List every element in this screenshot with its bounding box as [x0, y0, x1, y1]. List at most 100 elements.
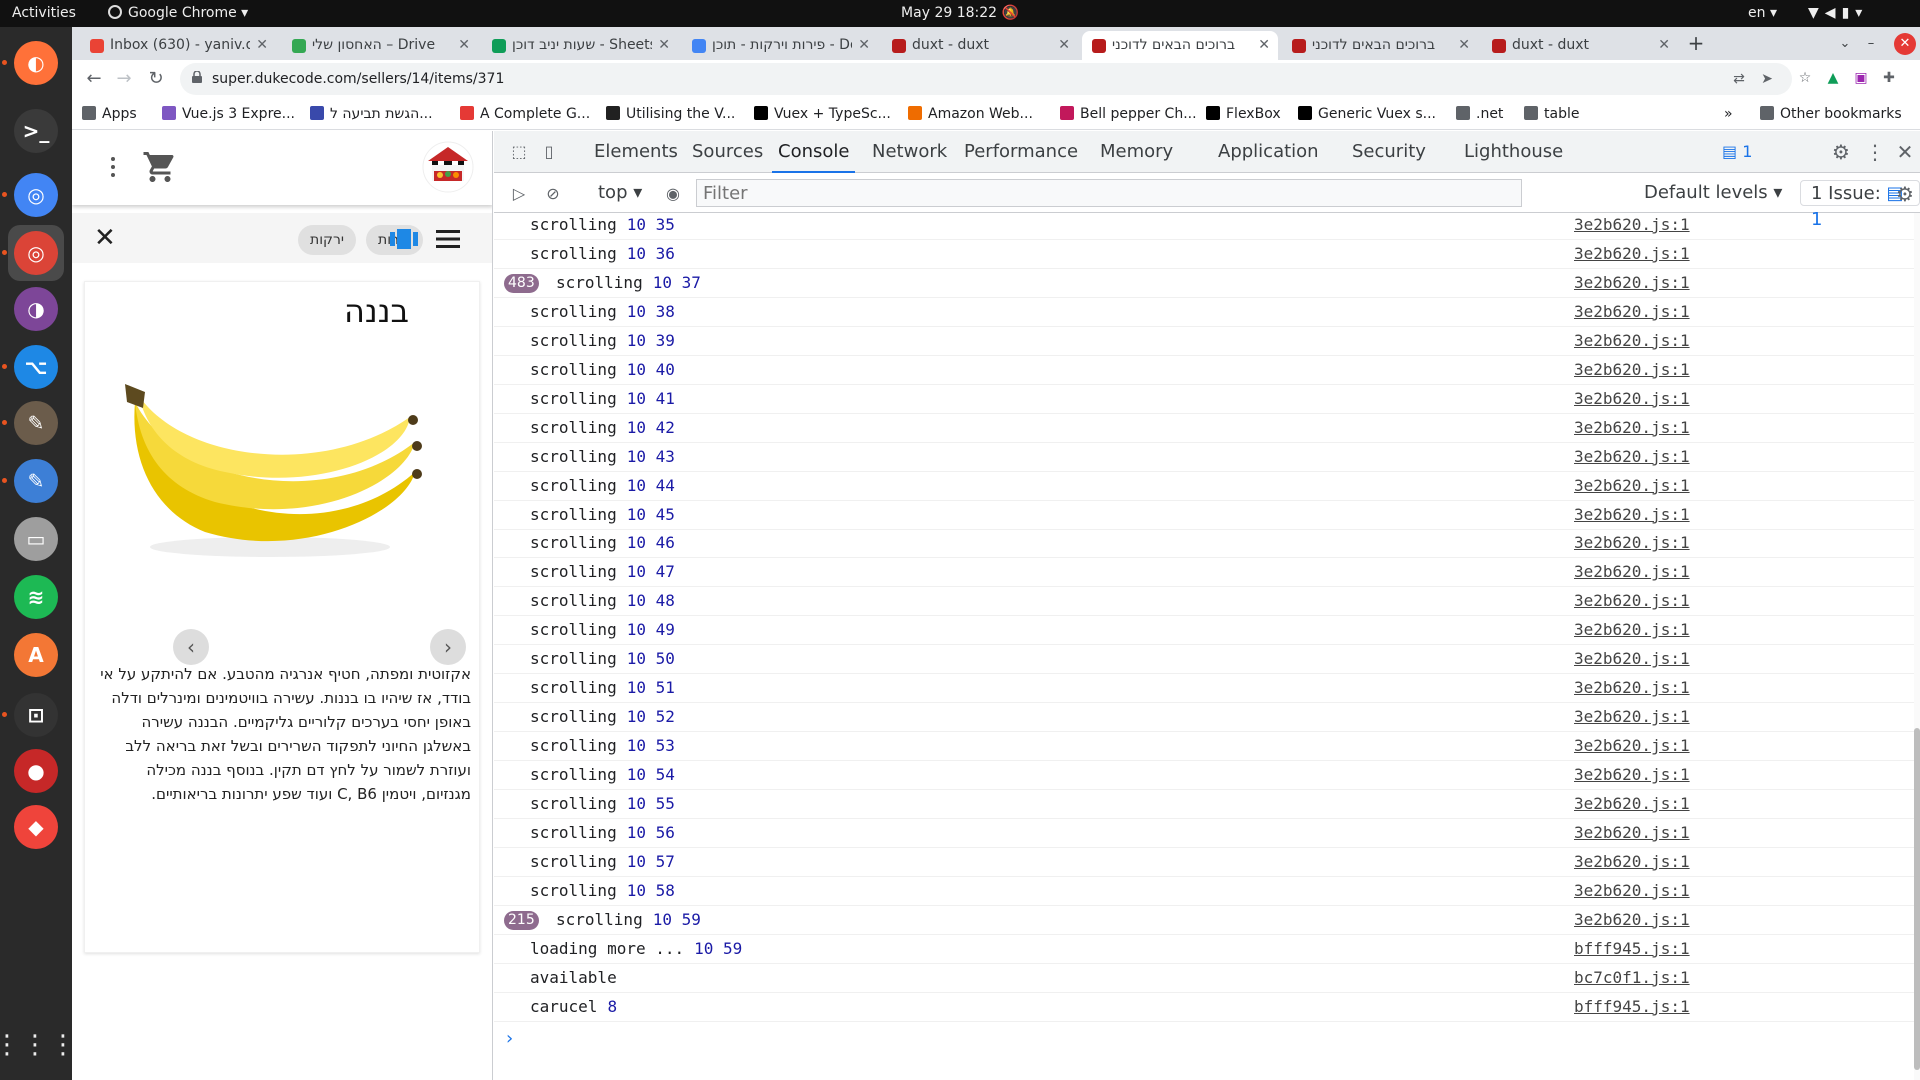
extension-icon[interactable]: ▣	[1852, 69, 1870, 87]
log-source-link[interactable]: 3e2b620.js:1	[1574, 356, 1690, 384]
log-levels-select[interactable]: Default levels ▾	[1644, 173, 1782, 213]
context-select[interactable]: top ▾	[598, 173, 642, 213]
settings-gear-icon[interactable]: ⚙	[1830, 141, 1852, 163]
bookmark-item[interactable]: Utilising the V...	[606, 98, 735, 130]
browser-tab[interactable]: duxt - duxt ✕	[882, 31, 1078, 60]
log-source-link[interactable]: 3e2b620.js:1	[1574, 529, 1690, 557]
console-prompt[interactable]: ›	[506, 1028, 513, 1049]
more-options-icon[interactable]: ⋮	[1864, 141, 1886, 163]
log-source-link[interactable]: 3e2b620.js:1	[1574, 240, 1690, 268]
log-source-link[interactable]: 3e2b620.js:1	[1574, 761, 1690, 789]
log-source-link[interactable]: 3e2b620.js:1	[1574, 616, 1690, 644]
eye-icon[interactable]: ◉	[662, 183, 684, 205]
hamburger-menu-icon[interactable]	[436, 229, 460, 249]
reload-button[interactable]: ↻	[144, 67, 168, 91]
browser-tab[interactable]: פירות וירקות - תוכן - Docs ✕	[682, 31, 878, 60]
bookmark-item[interactable]: Vuex + TypeSc...	[754, 98, 891, 130]
dock-item-screenshot-tool[interactable]: ⊡	[2, 687, 64, 743]
bookmark-star-icon[interactable]: ☆	[1796, 69, 1814, 87]
shopping-cart-icon[interactable]	[142, 149, 178, 185]
tab-close-icon[interactable]: ✕	[658, 31, 670, 60]
log-source-link[interactable]: 3e2b620.js:1	[1574, 213, 1690, 239]
activities-button[interactable]: Activities	[12, 0, 76, 27]
window-close-icon[interactable]: ✕	[1894, 33, 1916, 55]
dock-item-files[interactable]: ▭	[8, 511, 64, 567]
keyboard-layout[interactable]: en ▾	[1748, 0, 1777, 27]
dock-item-recorder[interactable]: ●	[8, 743, 64, 799]
log-source-link[interactable]: 3e2b620.js:1	[1574, 443, 1690, 471]
tab-close-icon[interactable]: ✕	[858, 31, 870, 60]
devtools-tab-elements[interactable]: Elements	[588, 131, 684, 173]
console-settings-icon[interactable]: ⚙	[1894, 183, 1916, 205]
tab-close-icon[interactable]: ✕	[1058, 31, 1070, 60]
log-source-link[interactable]: 3e2b620.js:1	[1574, 645, 1690, 673]
bookmark-item[interactable]: FlexBox	[1206, 98, 1281, 130]
bookmark-item[interactable]: table	[1524, 98, 1579, 130]
bookmark-item[interactable]: Vue.js 3 Expre...	[162, 98, 295, 130]
log-source-link[interactable]: 3e2b620.js:1	[1574, 790, 1690, 818]
tab-close-icon[interactable]: ✕	[458, 31, 470, 60]
more-vert-icon[interactable]	[108, 153, 118, 183]
show-applications-button[interactable]: ⋮⋮⋮	[0, 1017, 76, 1073]
system-tray[interactable]: ▼◀▮▾	[1808, 0, 1868, 27]
bookmark-item[interactable]: Amazon Web...	[908, 98, 1033, 130]
drive-extension-icon[interactable]: ▲	[1824, 69, 1842, 87]
bookmark-item[interactable]: Generic Vuex s...	[1298, 98, 1436, 130]
log-source-link[interactable]: bc7c0f1.js:1	[1574, 964, 1690, 992]
bookmark-item[interactable]: Bell pepper Ch...	[1060, 98, 1197, 130]
tab-search-icon[interactable]: ⌄	[1834, 33, 1856, 55]
log-source-link[interactable]: 3e2b620.js:1	[1574, 848, 1690, 876]
carousel-prev-button[interactable]: ‹	[173, 629, 209, 665]
tab-close-icon[interactable]: ✕	[1258, 31, 1270, 60]
dock-item-gimp[interactable]: ✎	[2, 395, 64, 451]
clear-console-icon[interactable]: ⊘	[542, 183, 564, 205]
dock-item-spotify[interactable]: ≋	[8, 569, 64, 625]
log-source-link[interactable]: 3e2b620.js:1	[1574, 819, 1690, 847]
bookmark-item[interactable]: .net	[1456, 98, 1503, 130]
dock-item-chromium[interactable]: ◎	[2, 167, 64, 223]
tab-close-icon[interactable]: ✕	[256, 31, 268, 60]
close-icon[interactable]: ✕	[94, 221, 116, 255]
inspect-element-icon[interactable]: ⬚	[508, 141, 530, 163]
log-source-link[interactable]: bfff945.js:1	[1574, 935, 1690, 963]
log-source-link[interactable]: bfff945.js:1	[1574, 993, 1690, 1021]
dock-item-firefox[interactable]: ◐	[2, 35, 64, 91]
forward-button[interactable]: →	[112, 67, 136, 91]
other-bookmarks[interactable]: Other bookmarks	[1760, 98, 1902, 130]
device-toolbar-icon[interactable]: ▯	[538, 141, 560, 163]
console-scrollbar[interactable]	[1914, 213, 1920, 1080]
carousel-next-button[interactable]: ›	[430, 629, 466, 665]
chip-vegetables[interactable]: ירקות	[298, 225, 356, 255]
devtools-tab-lighthouse[interactable]: Lighthouse	[1458, 131, 1569, 173]
filter-input[interactable]	[696, 179, 1522, 207]
log-source-link[interactable]: 3e2b620.js:1	[1574, 906, 1690, 934]
site-logo[interactable]	[422, 141, 474, 193]
log-source-link[interactable]: 3e2b620.js:1	[1574, 269, 1690, 297]
back-button[interactable]: ←	[82, 67, 106, 91]
browser-tab[interactable]: ברוכים הבאים לדוכני ✕	[1082, 31, 1278, 60]
sidebar-toggle-icon[interactable]: ▷	[508, 183, 530, 205]
dock-item-software[interactable]: A	[8, 627, 64, 683]
clock-label[interactable]: May 29 18:22	[901, 5, 997, 21]
log-source-link[interactable]: 3e2b620.js:1	[1574, 385, 1690, 413]
bookmark-item[interactable]: הגשת תביעה ל...	[310, 98, 433, 130]
close-devtools-icon[interactable]: ✕	[1894, 141, 1916, 163]
log-source-link[interactable]: 3e2b620.js:1	[1574, 472, 1690, 500]
log-source-link[interactable]: 3e2b620.js:1	[1574, 414, 1690, 442]
puzzle-icon[interactable]: ✚	[1880, 69, 1898, 87]
view-carousel-icon[interactable]	[390, 229, 418, 249]
app-menu[interactable]: Google Chrome ▾	[108, 0, 248, 27]
browser-tab[interactable]: duxt - duxt ✕	[1482, 31, 1678, 60]
devtools-tab-application[interactable]: Application	[1212, 131, 1325, 173]
log-source-link[interactable]: 3e2b620.js:1	[1574, 732, 1690, 760]
address-bar[interactable]: super.dukecode.com/sellers/14/items/371 …	[180, 63, 1792, 95]
dock-item-tor-browser[interactable]: ◑	[8, 281, 64, 337]
log-source-link[interactable]: 3e2b620.js:1	[1574, 703, 1690, 731]
dock-item-anydesk[interactable]: ◆	[8, 799, 64, 855]
browser-tab[interactable]: שעות יניב דוכן - Sheets ✕	[482, 31, 678, 60]
bookmark-item[interactable]: A Complete G...	[460, 98, 590, 130]
log-source-link[interactable]: 3e2b620.js:1	[1574, 558, 1690, 586]
devtools-tab-security[interactable]: Security	[1346, 131, 1432, 173]
translate-icon[interactable]: ⇄	[1730, 70, 1748, 88]
tab-close-icon[interactable]: ✕	[1458, 31, 1470, 60]
